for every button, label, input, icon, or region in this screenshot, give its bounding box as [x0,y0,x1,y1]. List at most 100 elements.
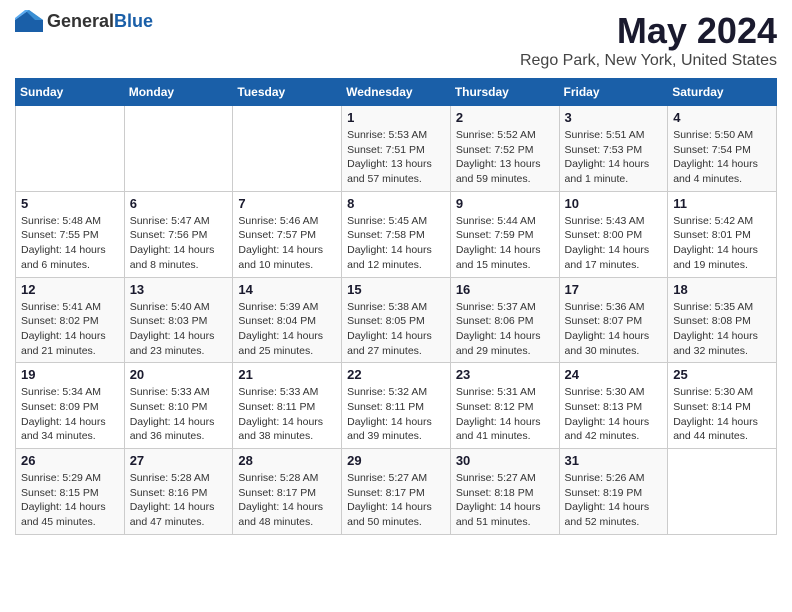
day-number: 21 [238,367,336,382]
calendar-cell: 1Sunrise: 5:53 AMSunset: 7:51 PMDaylight… [342,106,451,192]
day-number: 9 [456,196,554,211]
calendar-cell: 12 Sunrise: 5:41 AMSunset: 8:02 PMDayligh… [16,277,125,363]
calendar-cell [668,449,777,535]
day-number: 2 [456,110,554,125]
weekday-header-row: SundayMondayTuesdayWednesdayThursdayFrid… [16,79,777,106]
day-info: Sunrise: 5:43 AMSunset: 8:00 PMDaylight:… [565,214,663,273]
day-info: Sunrise: 5:38 AMSunset: 8:05 PMDaylight:… [347,300,445,359]
day-number: 13 [130,282,228,297]
calendar-cell: 23 Sunrise: 5:31 AMSunset: 8:12 PMDayligh… [450,363,559,449]
day-number: 12 [21,282,119,297]
calendar-cell: 21Sunrise: 5:33 AMSunset: 8:11 PMDayligh… [233,363,342,449]
day-info: Sunrise: 5:46 AMSunset: 7:57 PMDaylight:… [238,214,336,273]
day-number: 3 [565,110,663,125]
day-number: 24 [565,367,663,382]
calendar-cell: 4Sunrise: 5:50 AMSunset: 7:54 PMDaylight… [668,106,777,192]
day-info: Sunrise: 5:41 AMSunset: 8:02 PMDaylight:… [21,300,119,359]
calendar-cell: 3 Sunrise: 5:51 AMSunset: 7:53 PMDaylight… [559,106,668,192]
day-number: 6 [130,196,228,211]
header: General Blue May 2024 Rego Park, New Yor… [15,10,777,70]
logo-blue: Blue [114,11,153,32]
day-info: Sunrise: 5:52 AMSunset: 7:52 PMDaylight:… [456,128,554,187]
weekday-header: Sunday [16,79,125,106]
calendar-cell: 27Sunrise: 5:28 AMSunset: 8:16 PMDayligh… [124,449,233,535]
calendar-cell: 30 Sunrise: 5:27 AMSunset: 8:18 PMDayligh… [450,449,559,535]
calendar-cell: 10 Sunrise: 5:43 AMSunset: 8:00 PMDayligh… [559,191,668,277]
calendar-cell: 19 Sunrise: 5:34 AMSunset: 8:09 PMDayligh… [16,363,125,449]
calendar-cell: 7 Sunrise: 5:46 AMSunset: 7:57 PMDaylight… [233,191,342,277]
day-info: Sunrise: 5:47 AMSunset: 7:56 PMDaylight:… [130,214,228,273]
day-number: 17 [565,282,663,297]
day-number: 22 [347,367,445,382]
day-info: Sunrise: 5:27 AMSunset: 8:18 PMDaylight:… [456,471,554,530]
day-info: Sunrise: 5:36 AMSunset: 8:07 PMDaylight:… [565,300,663,359]
day-number: 14 [238,282,336,297]
day-info: Sunrise: 5:51 AMSunset: 7:53 PMDaylight:… [565,128,663,187]
logo-icon [15,10,43,32]
calendar-cell: 31 Sunrise: 5:26 AMSunset: 8:19 PMDayligh… [559,449,668,535]
calendar-cell: 13 Sunrise: 5:40 AMSunset: 8:03 PMDayligh… [124,277,233,363]
day-info: Sunrise: 5:27 AMSunset: 8:17 PMDaylight:… [347,471,445,530]
day-info: Sunrise: 5:28 AMSunset: 8:17 PMDaylight:… [238,471,336,530]
calendar-cell: 9 Sunrise: 5:44 AMSunset: 7:59 PMDaylight… [450,191,559,277]
weekday-header: Monday [124,79,233,106]
day-number: 7 [238,196,336,211]
day-info: Sunrise: 5:48 AMSunset: 7:55 PMDaylight:… [21,214,119,273]
calendar-cell: 25Sunrise: 5:30 AMSunset: 8:14 PMDayligh… [668,363,777,449]
logo: General Blue [15,10,153,32]
calendar-cell [16,106,125,192]
calendar-cell: 18 Sunrise: 5:35 AMSunset: 8:08 PMDayligh… [668,277,777,363]
day-number: 1 [347,110,445,125]
title-area: May 2024 Rego Park, New York, United Sta… [520,10,777,70]
day-info: Sunrise: 5:26 AMSunset: 8:19 PMDaylight:… [565,471,663,530]
calendar-cell: 29Sunrise: 5:27 AMSunset: 8:17 PMDayligh… [342,449,451,535]
day-number: 8 [347,196,445,211]
day-number: 31 [565,453,663,468]
day-info: Sunrise: 5:31 AMSunset: 8:12 PMDaylight:… [456,385,554,444]
day-info: Sunrise: 5:30 AMSunset: 8:14 PMDaylight:… [673,385,771,444]
calendar-cell: 26Sunrise: 5:29 AMSunset: 8:15 PMDayligh… [16,449,125,535]
day-number: 19 [21,367,119,382]
calendar-cell: 8Sunrise: 5:45 AMSunset: 7:58 PMDaylight… [342,191,451,277]
calendar-cell: 20Sunrise: 5:33 AMSunset: 8:10 PMDayligh… [124,363,233,449]
calendar-cell: 11 Sunrise: 5:42 AMSunset: 8:01 PMDayligh… [668,191,777,277]
calendar-cell: 15 Sunrise: 5:38 AMSunset: 8:05 PMDayligh… [342,277,451,363]
day-info: Sunrise: 5:34 AMSunset: 8:09 PMDaylight:… [21,385,119,444]
day-number: 26 [21,453,119,468]
day-info: Sunrise: 5:39 AMSunset: 8:04 PMDaylight:… [238,300,336,359]
calendar-cell: 24 Sunrise: 5:30 AMSunset: 8:13 PMDayligh… [559,363,668,449]
calendar-cell: 28 Sunrise: 5:28 AMSunset: 8:17 PMDayligh… [233,449,342,535]
day-info: Sunrise: 5:40 AMSunset: 8:03 PMDaylight:… [130,300,228,359]
day-info: Sunrise: 5:44 AMSunset: 7:59 PMDaylight:… [456,214,554,273]
day-number: 18 [673,282,771,297]
day-info: Sunrise: 5:35 AMSunset: 8:08 PMDaylight:… [673,300,771,359]
day-info: Sunrise: 5:30 AMSunset: 8:13 PMDaylight:… [565,385,663,444]
day-number: 15 [347,282,445,297]
day-number: 23 [456,367,554,382]
day-number: 28 [238,453,336,468]
subtitle: Rego Park, New York, United States [520,52,777,70]
day-number: 10 [565,196,663,211]
day-info: Sunrise: 5:42 AMSunset: 8:01 PMDaylight:… [673,214,771,273]
weekday-header: Wednesday [342,79,451,106]
calendar-cell: 14 Sunrise: 5:39 AMSunset: 8:04 PMDayligh… [233,277,342,363]
calendar-week-row: 5 Sunrise: 5:48 AMSunset: 7:55 PMDaylight… [16,191,777,277]
calendar-cell: 22 Sunrise: 5:32 AMSunset: 8:11 PMDayligh… [342,363,451,449]
day-info: Sunrise: 5:50 AMSunset: 7:54 PMDaylight:… [673,128,771,187]
calendar-cell: 2 Sunrise: 5:52 AMSunset: 7:52 PMDaylight… [450,106,559,192]
day-info: Sunrise: 5:33 AMSunset: 8:10 PMDaylight:… [130,385,228,444]
day-info: Sunrise: 5:32 AMSunset: 8:11 PMDaylight:… [347,385,445,444]
day-number: 30 [456,453,554,468]
calendar-cell: 17 Sunrise: 5:36 AMSunset: 8:07 PMDayligh… [559,277,668,363]
weekday-header: Tuesday [233,79,342,106]
day-number: 16 [456,282,554,297]
day-number: 5 [21,196,119,211]
calendar-week-row: 12 Sunrise: 5:41 AMSunset: 8:02 PMDayligh… [16,277,777,363]
calendar-cell [233,106,342,192]
day-info: Sunrise: 5:37 AMSunset: 8:06 PMDaylight:… [456,300,554,359]
main-title: May 2024 [520,10,777,52]
calendar-cell: 6 Sunrise: 5:47 AMSunset: 7:56 PMDaylight… [124,191,233,277]
day-number: 11 [673,196,771,211]
day-number: 27 [130,453,228,468]
calendar-week-row: 19 Sunrise: 5:34 AMSunset: 8:09 PMDayligh… [16,363,777,449]
